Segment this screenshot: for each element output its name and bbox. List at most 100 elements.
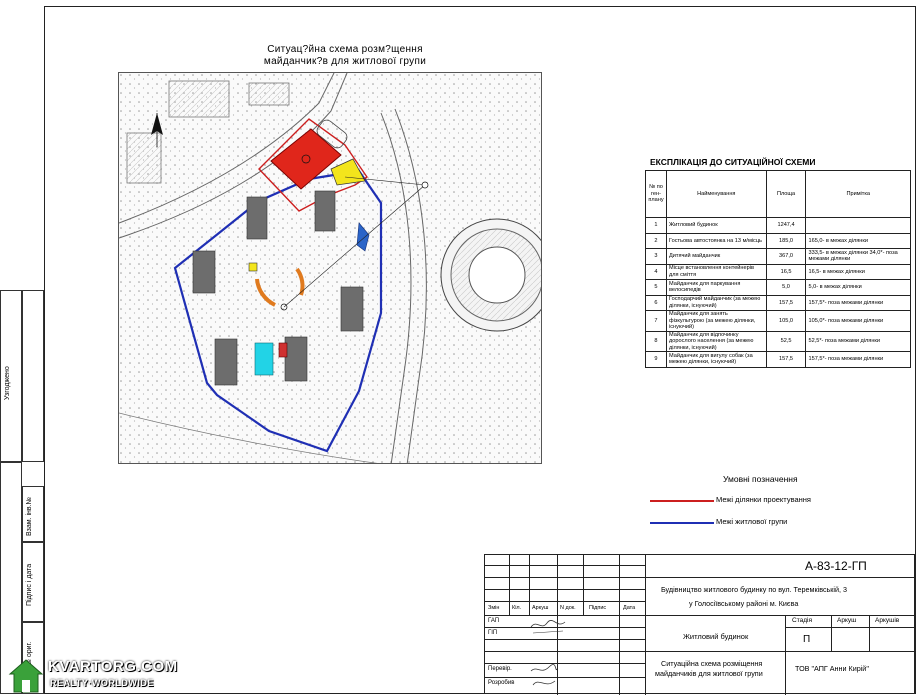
header-num: № по ген-плану: [645, 170, 667, 218]
leader-marker: [421, 181, 429, 189]
table-row: 5 Майданчик для паркування велосипедів 5…: [645, 279, 911, 296]
signature-checked: [530, 664, 558, 686]
table-row: 1 Житловий будинок 1247,4: [645, 217, 911, 234]
signature-date-label: Підпис і дата: [26, 563, 33, 606]
col-change: Змін: [488, 605, 500, 611]
row-note: 157,5*- поза межами ділянки: [805, 294, 911, 311]
table-row: 2 Гостьова автостоянка на 13 м/місць 185…: [645, 232, 911, 249]
company-name: ТОВ "АПГ Анни Кирій": [795, 664, 869, 673]
row-num: 5: [645, 279, 667, 296]
sheet-header: Аркуш: [837, 617, 857, 624]
group-building: [246, 196, 268, 240]
existing-building: [126, 132, 162, 184]
existing-building: [168, 80, 230, 118]
col-date: Дата: [623, 605, 636, 611]
project-line1: Будівництво житлового будинку по вул. Те…: [661, 585, 848, 594]
row-num: 2: [645, 232, 667, 249]
header-area: Площа: [765, 170, 807, 218]
header-name: Найменування: [665, 170, 767, 218]
plan-svg: [119, 73, 541, 463]
row-area: 52,5: [765, 330, 807, 352]
row-name: Житловий будинок: [665, 217, 767, 234]
row-num: 1: [645, 217, 667, 234]
existing-building: [248, 82, 290, 106]
replace-inv-label: Взам. інв.№: [26, 496, 33, 536]
col-count: Кіл.: [512, 605, 522, 611]
row-area: 157,5: [765, 294, 807, 311]
row-num: 6: [645, 294, 667, 311]
sheets-header: Аркушів: [875, 617, 900, 624]
watermark-line2: REALTY·WORLDWIDE: [50, 678, 154, 688]
signature-gap: [530, 620, 566, 634]
row-note: 333,5- в межах ділянки 34,0*- поза межам…: [805, 248, 911, 265]
row-note: [805, 217, 911, 234]
legend-label-group: Межі житлової групи: [716, 517, 788, 526]
watermark: KVARTORG.COM REALTY·WORLDWIDE: [8, 656, 184, 696]
row-name: Майданчик для відпочинку дорослого насел…: [665, 330, 767, 352]
row-note: 157,5*- поза межами ділянки: [805, 351, 911, 368]
table-row: 7 Майданчик для занять фізкультурою (за …: [645, 310, 911, 332]
row-area: 16,5: [765, 263, 807, 280]
row-num: 3: [645, 248, 667, 265]
row-note: 5,0- в межах ділянки: [805, 279, 911, 296]
role-gip: ГІП: [488, 630, 498, 636]
row-area: 1247,4: [765, 217, 807, 234]
role-gap: ГАП: [488, 618, 500, 624]
row-area: 5,0: [765, 279, 807, 296]
row-num: 4: [645, 263, 667, 280]
explication-table: № по ген-плану Найменування Площа Приміт…: [645, 170, 911, 368]
project-line2: у Голосіївському районі м. Києва: [689, 599, 799, 608]
legend-title: Умовні позначення: [723, 474, 798, 484]
group-building: [214, 338, 238, 386]
title-block: А-83-12-ГП Будівництво житлового будинку…: [484, 554, 916, 695]
row-num: 9: [645, 351, 667, 368]
row-name: Дитячий майданчик: [665, 248, 767, 265]
drawing-title-line1: Ситуаційна схема розміщення: [661, 659, 763, 668]
col-sheet: Аркуш: [532, 605, 549, 611]
row-note: 105,0*- поза межами ділянки: [805, 310, 911, 332]
row-area: 367,0: [765, 248, 807, 265]
side-strip: Узгоджено Взам. інв.№ Підпис і дата Інв.…: [0, 290, 44, 694]
watermark-line1: KVARTORG.COM: [48, 658, 178, 675]
legend-swatch-blue: [650, 522, 714, 524]
header-note: Примітка: [805, 170, 911, 218]
stage-header: Стадія: [792, 617, 812, 624]
group-building: [340, 286, 364, 332]
yellow-small-pad: [248, 262, 258, 272]
red-small-pad: [278, 342, 288, 358]
table-row: 8 Майданчик для відпочинку дорослого нас…: [645, 330, 911, 352]
legend-label-site: Межі ділянки проектування: [716, 495, 811, 504]
col-doc: N док.: [560, 605, 576, 611]
house-logo-icon: [8, 659, 44, 693]
stage-value: П: [803, 634, 811, 645]
role-developed: Розробив: [488, 680, 515, 686]
row-name: Майданчик для занять фізкультурою (за ме…: [665, 310, 767, 332]
agreed-cell-2: [22, 290, 44, 462]
row-name: Майданчик для вигулу собак (за межею діл…: [665, 351, 767, 368]
row-area: 105,0: [765, 310, 807, 332]
legend-swatch-red: [650, 500, 714, 502]
row-name: Майданчик для паркування велосипедів: [665, 279, 767, 296]
group-building: [284, 336, 308, 382]
table-row: 9 Майданчик для вигулу собак (за межею д…: [645, 351, 911, 368]
roundabout-core: [468, 246, 526, 304]
explication-title: ЕКСПЛІКАЦІЯ ДО СИТУАЦІЙНОЇ СХЕМИ: [650, 157, 816, 167]
table-row: 4 Місце встановлення контейнерів для смі…: [645, 263, 911, 280]
group-building: [192, 250, 216, 294]
drawing-code: А-83-12-ГП: [805, 559, 867, 573]
row-note: 52,5*- поза межами ділянки: [805, 330, 911, 352]
row-name: Гостьова автостоянка на 13 м/місць: [665, 232, 767, 249]
row-name: Господарчий майданчик (за межею ділянки,…: [665, 294, 767, 311]
col-signature: Підпис: [589, 605, 607, 611]
situation-plan-map: [118, 72, 542, 464]
table-row: 6 Господарчий майданчик (за межею ділянк…: [645, 294, 911, 311]
row-num: 7: [645, 310, 667, 332]
row-area: 157,5: [765, 351, 807, 368]
map-title-line1: Ситуац?йна схема розм?щення: [267, 44, 423, 55]
row-note: 165,0- в межах ділянки: [805, 232, 911, 249]
drawing-title-line2: майданчиків для житлової групи: [655, 669, 763, 678]
row-area: 185,0: [765, 232, 807, 249]
row-num: 8: [645, 330, 667, 352]
group-building: [314, 190, 336, 232]
agreed-label: Узгоджено: [4, 366, 11, 400]
